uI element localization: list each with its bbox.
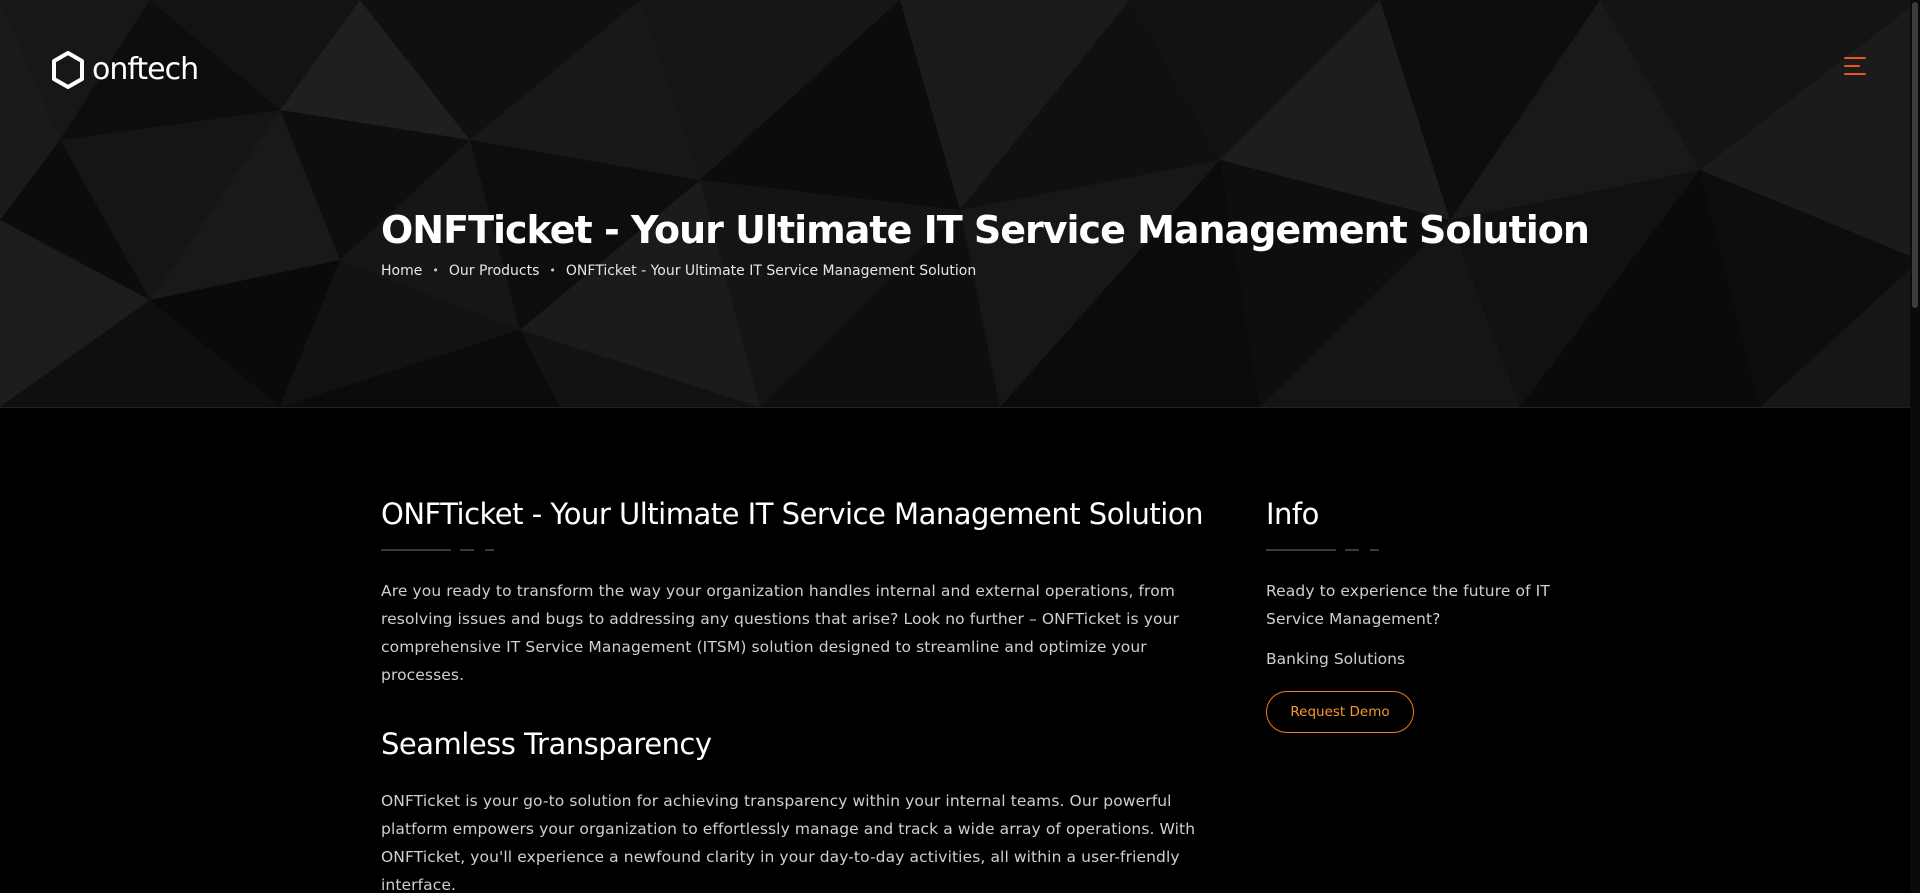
section-paragraph: ONFTicket is your go-to solution for ach… xyxy=(381,792,1196,893)
page-hero: onftech ONFTicket - Your Ultimate IT Ser… xyxy=(0,0,1920,408)
sidebar-title: Info xyxy=(1266,497,1319,531)
breadcrumb: Home • Our Products • ONFTicket - Your U… xyxy=(381,261,976,281)
breadcrumb-products[interactable]: Our Products xyxy=(449,261,540,281)
scrollbar-thumb[interactable] xyxy=(1912,2,1918,308)
intro-paragraph: Are you ready to transform the way your … xyxy=(381,582,1179,684)
main-content: ONFTicket - Your Ultimate IT Service Man… xyxy=(381,492,1203,893)
title-divider xyxy=(381,549,1201,553)
logo-text: onftech xyxy=(92,52,199,87)
breadcrumb-separator: • xyxy=(432,264,439,277)
logo-hexagon-icon xyxy=(52,51,84,89)
page-title: ONFTicket - Your Ultimate IT Service Man… xyxy=(381,208,1590,252)
breadcrumb-current: ONFTicket - Your Ultimate IT Service Man… xyxy=(565,263,977,279)
page: onftech ONFTicket - Your Ultimate IT Ser… xyxy=(0,0,1920,893)
page-scrollbar[interactable] xyxy=(1910,0,1920,893)
sidebar-divider xyxy=(1266,549,1566,553)
sidebar-text: Ready to experience the future of IT Ser… xyxy=(1266,582,1550,628)
breadcrumb-separator: • xyxy=(549,264,556,277)
banking-solutions-link[interactable]: Banking Solutions xyxy=(1266,645,1566,673)
info-sidebar: Info Ready to experience the future of I… xyxy=(1266,492,1566,733)
content-title: ONFTicket - Your Ultimate IT Service Man… xyxy=(381,497,1203,531)
hamburger-menu-icon[interactable] xyxy=(1840,54,1870,82)
request-demo-button[interactable]: Request Demo xyxy=(1266,691,1414,733)
breadcrumb-home[interactable]: Home xyxy=(381,261,422,281)
section-heading: Seamless Transparency xyxy=(381,727,712,761)
site-logo[interactable]: onftech xyxy=(50,50,199,90)
